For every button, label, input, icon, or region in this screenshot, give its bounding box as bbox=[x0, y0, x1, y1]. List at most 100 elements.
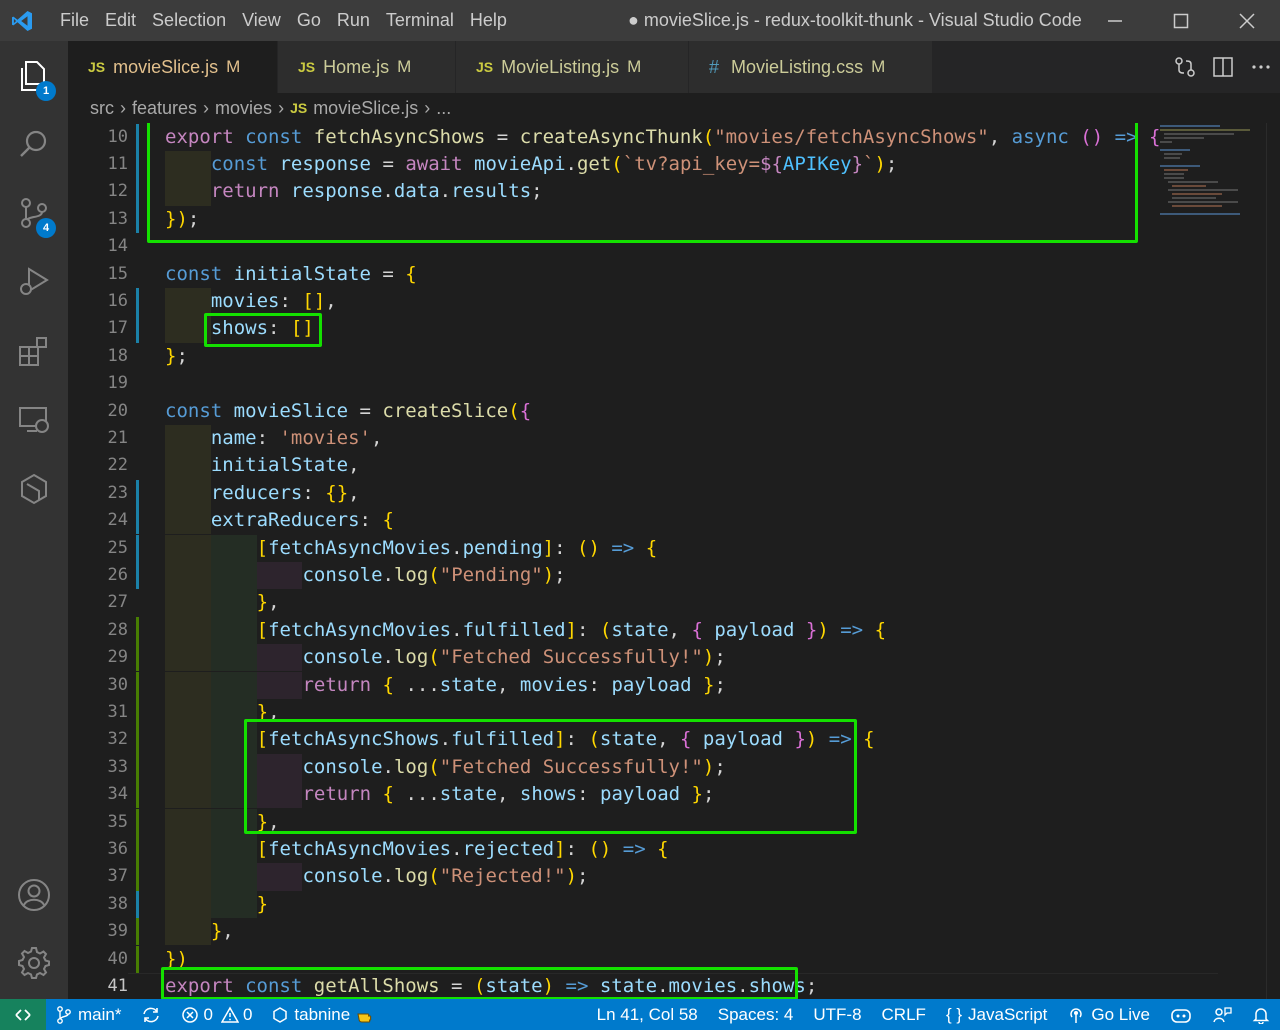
menu-file[interactable]: File bbox=[44, 0, 97, 41]
git-change-marker[interactable] bbox=[136, 835, 139, 864]
git-change-marker[interactable] bbox=[136, 479, 139, 508]
git-branch[interactable]: main* bbox=[46, 999, 131, 1030]
code-line[interactable]: 21 name: 'movies', bbox=[68, 424, 1280, 453]
code-line[interactable]: 25 [fetchAsyncMovies.pending]: () => { bbox=[68, 534, 1280, 562]
code-editor[interactable]: 10 export const fetchAsyncShows = createA… bbox=[68, 123, 1280, 999]
git-change-marker[interactable] bbox=[136, 698, 139, 727]
menu-run[interactable]: Run bbox=[329, 0, 378, 41]
menu-terminal[interactable]: Terminal bbox=[378, 0, 462, 41]
remote-button[interactable] bbox=[0, 999, 46, 1030]
more-actions-button[interactable] bbox=[1242, 41, 1280, 93]
menu-selection[interactable]: Selection bbox=[144, 0, 234, 41]
indentation[interactable]: Spaces: 4 bbox=[708, 999, 804, 1030]
run-debug-button[interactable] bbox=[0, 251, 68, 313]
code-text: console.log("Pending"); bbox=[302, 563, 566, 586]
code-line[interactable]: 20 const movieSlice = createSlice({ bbox=[68, 398, 1280, 425]
code-line[interactable]: 24 extraReducers: { bbox=[68, 507, 1280, 535]
code-line[interactable]: 15 const initialState = { bbox=[68, 261, 1280, 288]
cursor-position[interactable]: Ln 41, Col 58 bbox=[587, 999, 708, 1030]
explorer-button[interactable]: 1 bbox=[0, 45, 68, 107]
tab-label: Home.js bbox=[323, 56, 390, 77]
git-change-marker[interactable] bbox=[136, 534, 139, 562]
tab-movielisting-js[interactable]: JS MovieListing.js M bbox=[456, 41, 689, 93]
git-change-marker[interactable] bbox=[136, 123, 139, 151]
code-line[interactable]: 28 [fetchAsyncMovies.fulfilled]: (state,… bbox=[68, 616, 1280, 645]
extensions-button[interactable] bbox=[0, 320, 68, 382]
code-line[interactable]: 19 bbox=[68, 370, 1280, 397]
tab-movieslice-js[interactable]: JS movieSlice.js M bbox=[68, 41, 278, 93]
source-control-button[interactable]: 4 bbox=[0, 182, 68, 244]
git-change-marker[interactable] bbox=[136, 315, 139, 343]
go-live-button[interactable]: Go Live bbox=[1057, 999, 1160, 1030]
code-line[interactable]: 16 movies: [], bbox=[68, 287, 1280, 316]
breadcrumb-movies[interactable]: movies bbox=[215, 98, 272, 119]
feedback-button[interactable] bbox=[1202, 999, 1242, 1030]
end-of-line[interactable]: CRLF bbox=[872, 999, 936, 1030]
code-line[interactable]: 22 initialState, bbox=[68, 452, 1280, 480]
code-line[interactable]: 29 console.log("Fetched Successfully!"); bbox=[68, 644, 1280, 672]
git-change-marker[interactable] bbox=[136, 808, 139, 836]
menu-help[interactable]: Help bbox=[462, 0, 515, 41]
git-change-marker[interactable] bbox=[136, 616, 139, 645]
language-mode[interactable]: { } JavaScript bbox=[936, 999, 1057, 1030]
git-change-marker[interactable] bbox=[136, 287, 139, 316]
git-change-marker[interactable] bbox=[136, 863, 139, 891]
line-number: 20 bbox=[107, 400, 128, 421]
breadcrumb-src[interactable]: src bbox=[90, 98, 114, 119]
copilot-icon bbox=[1171, 1008, 1191, 1023]
tabnine-label: tabnine bbox=[294, 1004, 351, 1024]
account-button[interactable] bbox=[0, 864, 68, 926]
git-change-marker[interactable] bbox=[136, 205, 139, 234]
tabnine-button[interactable]: tabnine bbox=[262, 999, 388, 1030]
code-line[interactable]: 23 reducers: {}, bbox=[68, 479, 1280, 508]
tab-movielisting-css[interactable]: # MovieListing.css M bbox=[689, 41, 933, 93]
breadcrumb-features[interactable]: features bbox=[132, 98, 197, 119]
editor-scrollbar[interactable] bbox=[1266, 123, 1280, 999]
sync-button[interactable] bbox=[131, 999, 171, 1030]
git-change-marker[interactable] bbox=[136, 890, 139, 919]
packages-button[interactable] bbox=[0, 458, 68, 520]
git-change-marker[interactable] bbox=[136, 507, 139, 535]
code-line[interactable]: 38 } bbox=[68, 890, 1280, 919]
git-change-marker[interactable] bbox=[136, 918, 139, 946]
git-change-marker[interactable] bbox=[136, 561, 139, 590]
manage-button[interactable] bbox=[0, 932, 68, 994]
code-line[interactable]: 39 }, bbox=[68, 918, 1280, 946]
git-change-marker[interactable] bbox=[136, 150, 139, 179]
code-line[interactable]: 36 [fetchAsyncMovies.rejected]: () => { bbox=[68, 835, 1280, 864]
menu-edit[interactable]: Edit bbox=[97, 0, 144, 41]
minimap[interactable] bbox=[1158, 123, 1258, 223]
git-change-marker[interactable] bbox=[136, 753, 139, 782]
minimize-button[interactable] bbox=[1082, 0, 1148, 41]
line-number: 18 bbox=[107, 345, 128, 366]
encoding[interactable]: UTF-8 bbox=[803, 999, 871, 1030]
split-editor-button[interactable] bbox=[1204, 41, 1242, 93]
tab-home-js[interactable]: JS Home.js M bbox=[278, 41, 456, 93]
code-line[interactable]: 27 }, bbox=[68, 589, 1280, 617]
git-change-marker[interactable] bbox=[136, 671, 139, 699]
code-line[interactable]: 37 console.log("Rejected!"); bbox=[68, 863, 1280, 891]
menu-view[interactable]: View bbox=[234, 0, 289, 41]
search-button[interactable] bbox=[0, 113, 68, 175]
sync-icon bbox=[143, 1007, 160, 1022]
maximize-button[interactable] bbox=[1148, 0, 1214, 41]
remote-explorer-button[interactable] bbox=[0, 389, 68, 451]
git-change-marker[interactable] bbox=[136, 178, 139, 206]
git-change-marker[interactable] bbox=[136, 726, 139, 754]
breadcrumb-symbol[interactable]: ... bbox=[436, 98, 451, 119]
code-line[interactable]: 30 return { ...state, movies: payload }; bbox=[68, 671, 1280, 699]
close-button[interactable] bbox=[1214, 0, 1280, 41]
copilot-button[interactable] bbox=[1160, 999, 1202, 1030]
git-change-marker[interactable] bbox=[136, 644, 139, 672]
open-changes-button[interactable] bbox=[1166, 41, 1204, 93]
error-count: 0 bbox=[203, 1004, 213, 1024]
breadcrumb-file[interactable]: movieSlice.js bbox=[313, 98, 418, 119]
notifications-button[interactable] bbox=[1242, 999, 1280, 1030]
menu-go[interactable]: Go bbox=[289, 0, 329, 41]
git-change-marker[interactable] bbox=[136, 945, 139, 973]
problems-button[interactable]: 0 0 bbox=[171, 999, 262, 1030]
account-icon bbox=[18, 879, 50, 911]
code-text: console.log("Rejected!"); bbox=[302, 865, 589, 888]
git-change-marker[interactable] bbox=[136, 781, 139, 809]
code-line[interactable]: 26 console.log("Pending"); bbox=[68, 561, 1280, 590]
